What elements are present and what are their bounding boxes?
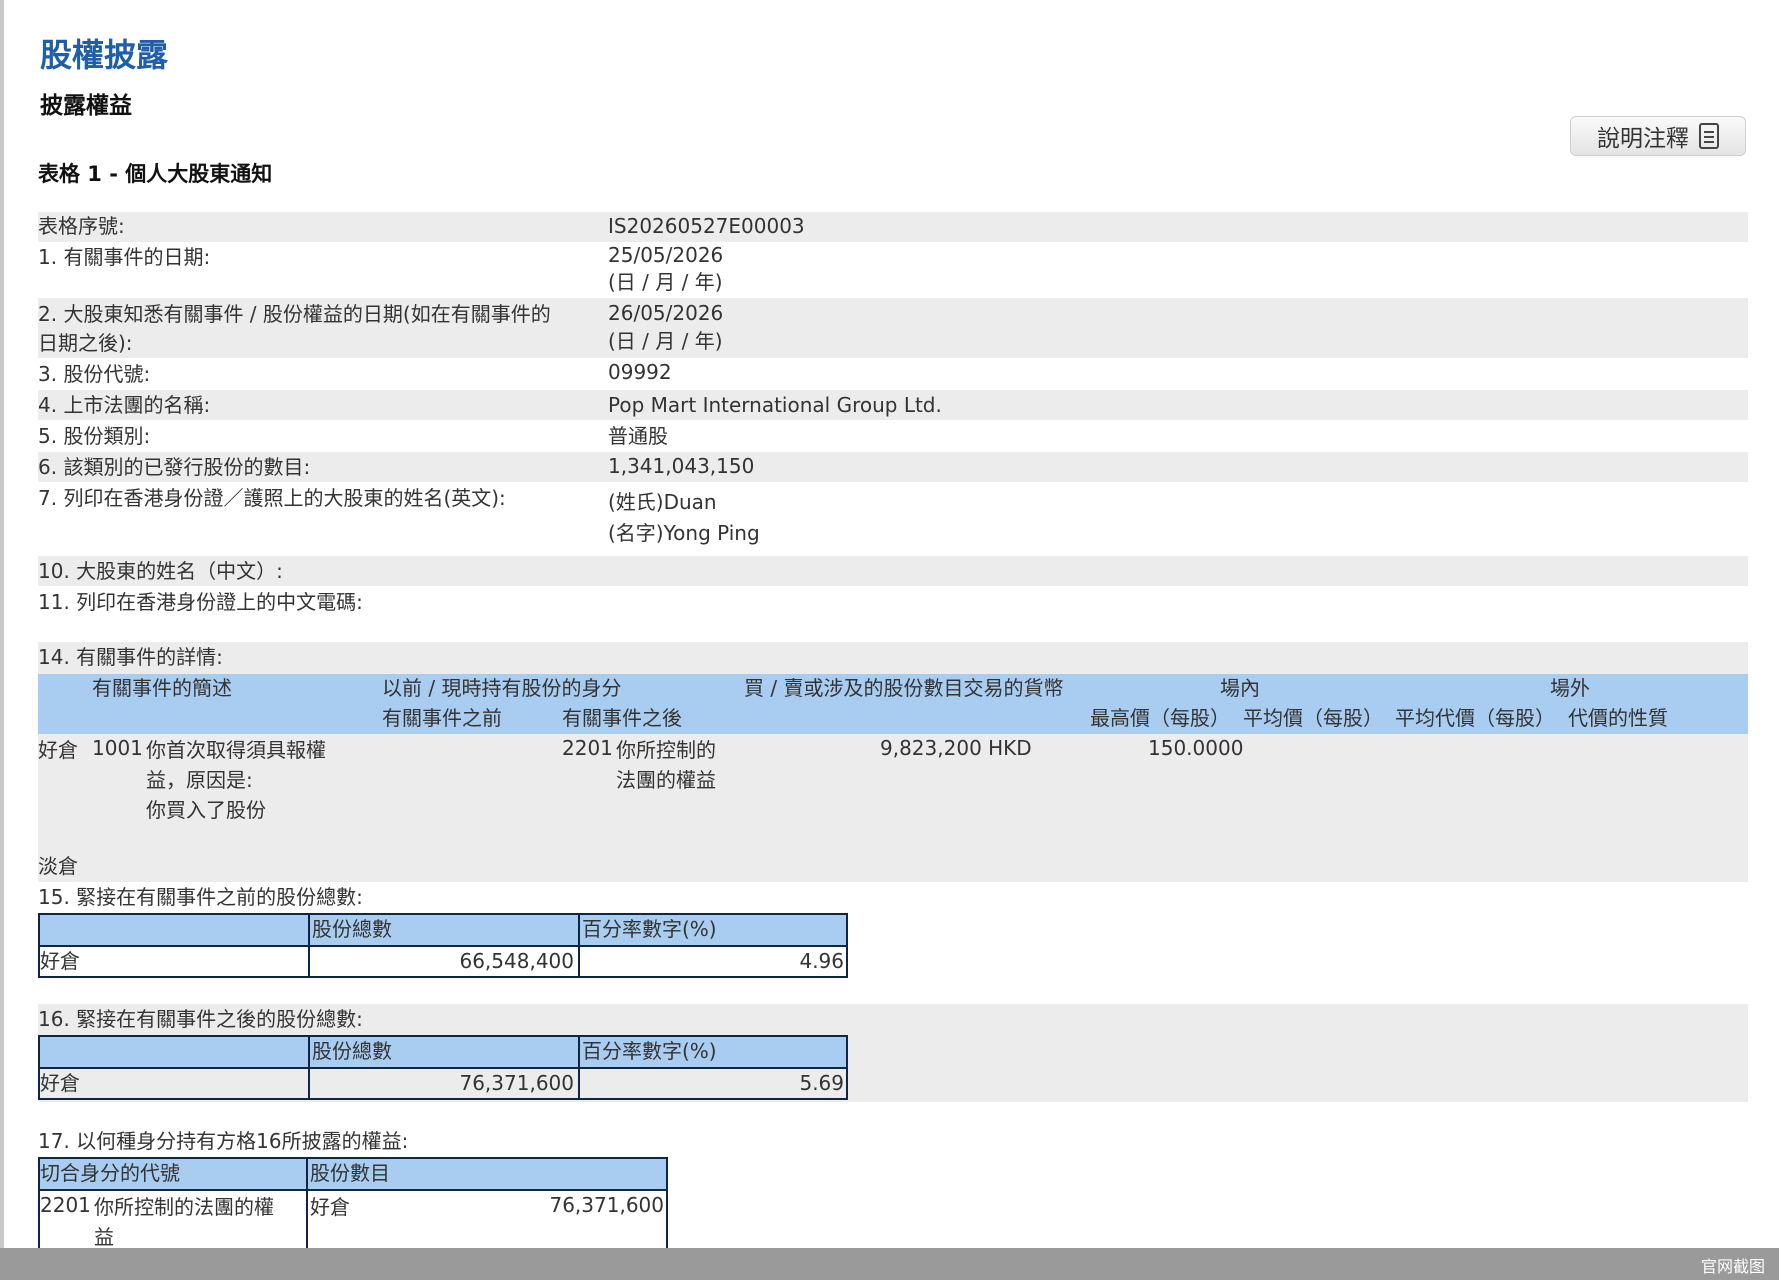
section16-table: 股份總數 百分率數字(%) 好倉 76,371,600 5.69 (38, 1035, 848, 1100)
share-class-label: 5. 股份類別: (38, 424, 151, 448)
s17-position: 好倉 (310, 1195, 350, 1219)
chinese-code-label: 11. 列印在香港身份證上的中文電碼: (38, 590, 363, 614)
footer-bar (0, 1248, 1779, 1280)
issued-shares-value: 1,341,043,150 (608, 454, 755, 478)
watermark: 官网截图 (1700, 1257, 1765, 1276)
th-after: 有關事件之後 (562, 706, 682, 730)
shares-currency-value: 9,823,200 HKD (880, 736, 1032, 760)
section17-label: 17. 以何種身分持有方格16所披露的權益: (38, 1129, 409, 1153)
s17-col-shares: 股份數目 (310, 1161, 390, 1185)
s16-col-pct: 百分率數字(%) (582, 1039, 717, 1063)
after-capacity-code: 2201 (562, 736, 613, 760)
form-no-value: IS20260527E00003 (608, 214, 805, 238)
event-desc-line2: 益，原因是: (146, 768, 253, 792)
s17-code: 2201 (40, 1193, 91, 1217)
th-high-price: 最高價（每股） (1090, 706, 1230, 730)
form-no-label: 表格序號: (38, 214, 125, 238)
section15-table: 股份總數 百分率數字(%) 好倉 66,548,400 4.96 (38, 913, 848, 978)
th-off-exchange: 場外 (1550, 676, 1590, 700)
s16-row-label: 好倉 (40, 1071, 80, 1095)
s15-pct-value: 4.96 (799, 949, 844, 973)
s17-desc-line1: 你所控制的法團的權 (94, 1195, 274, 1219)
share-class-value: 普通股 (608, 424, 668, 448)
notes-button[interactable]: 說明注釋 (1570, 116, 1746, 156)
s15-col-total: 股份總數 (312, 917, 392, 941)
section16-label: 16. 緊接在有關事件之後的股份總數: (38, 1007, 363, 1031)
s16-pct-value: 5.69 (799, 1071, 844, 1095)
th-nature: 代價的性質 (1568, 706, 1668, 730)
s16-col-total: 股份總數 (312, 1039, 392, 1063)
s16-total-value: 76,371,600 (459, 1071, 574, 1095)
issued-shares-label: 6. 該類別的已發行股份的數目: (38, 455, 311, 479)
aware-date-value: 26/05/2026 (608, 301, 724, 325)
stock-code-value: 09992 (608, 360, 672, 384)
th-event-desc: 有關事件的簡述 (92, 676, 232, 700)
s15-row-label: 好倉 (40, 949, 80, 973)
s15-col-pct: 百分率數字(%) (582, 917, 717, 941)
event-desc-line3: 你買入了股份 (146, 798, 266, 822)
row-band-f10 (38, 556, 1748, 586)
page-subtitle: 披露權益 (40, 93, 132, 119)
after-capacity-line1: 你所控制的 (616, 738, 716, 762)
th-avg-price: 平均價（每股） (1243, 706, 1383, 730)
s17-col-code: 切合身分的代號 (40, 1161, 180, 1185)
notes-button-label: 說明注釋 (1597, 126, 1689, 152)
after-capacity-line2: 法團的權益 (616, 768, 716, 792)
long-position-label: 好倉 (38, 738, 78, 762)
aware-date-label-line1: 2. 大股東知悉有關事件 / 股份權益的日期(如在有關事件的 (38, 302, 551, 326)
th-on-exchange: 場內 (1220, 676, 1260, 700)
left-border (0, 0, 4, 1280)
issuer-name-label: 4. 上市法團的名稱: (38, 393, 211, 417)
th-before: 有關事件之前 (382, 706, 502, 730)
short-position-label: 淡倉 (38, 854, 78, 878)
form-title: 表格 1 - 個人大股東通知 (38, 162, 273, 186)
event-date-format: (日 / 月 / 年) (608, 270, 723, 294)
event-date-label: 1. 有關事件的日期: (38, 245, 211, 269)
row-band-form-no (38, 212, 1748, 242)
aware-date-format: (日 / 月 / 年) (608, 329, 723, 353)
th-shares-currency: 買 / 賣或涉及的股份數目交易的貨幣 (744, 676, 1064, 700)
event-date-value: 25/05/2026 (608, 243, 724, 267)
event-desc-line1: 你首次取得須具報權 (146, 738, 326, 762)
stock-code-label: 3. 股份代號: (38, 362, 151, 386)
th-avg-consideration: 平均代價（每股） (1395, 706, 1555, 730)
s15-total-value: 66,548,400 (459, 949, 574, 973)
english-surname-value: (姓氏)Duan (608, 490, 717, 514)
english-name-label: 7. 列印在香港身份證／護照上的大股東的姓名(英文): (38, 486, 506, 510)
high-price-value: 150.0000 (1148, 736, 1244, 760)
th-capacity: 以前 / 現時持有股份的身分 (382, 676, 622, 700)
section15-label: 15. 緊接在有關事件之前的股份總數: (38, 885, 363, 909)
section17-table: 切合身分的代號 股份數目 2201 你所控制的法團的權 益 好倉 76,371,… (38, 1157, 668, 1255)
s17-shares-value: 76,371,600 (549, 1193, 664, 1217)
aware-date-label-line2: 日期之後): (38, 331, 133, 355)
event-code: 1001 (92, 736, 143, 760)
document-icon (1699, 123, 1719, 149)
section14-label: 14. 有關事件的詳情: (38, 645, 223, 669)
chinese-name-label: 10. 大股東的姓名（中文）: (38, 559, 283, 583)
issuer-name-value: Pop Mart International Group Ltd. (608, 393, 942, 417)
page-title: 股權披露 (40, 36, 169, 74)
english-given-name-value: (名字)Yong Ping (608, 521, 760, 545)
